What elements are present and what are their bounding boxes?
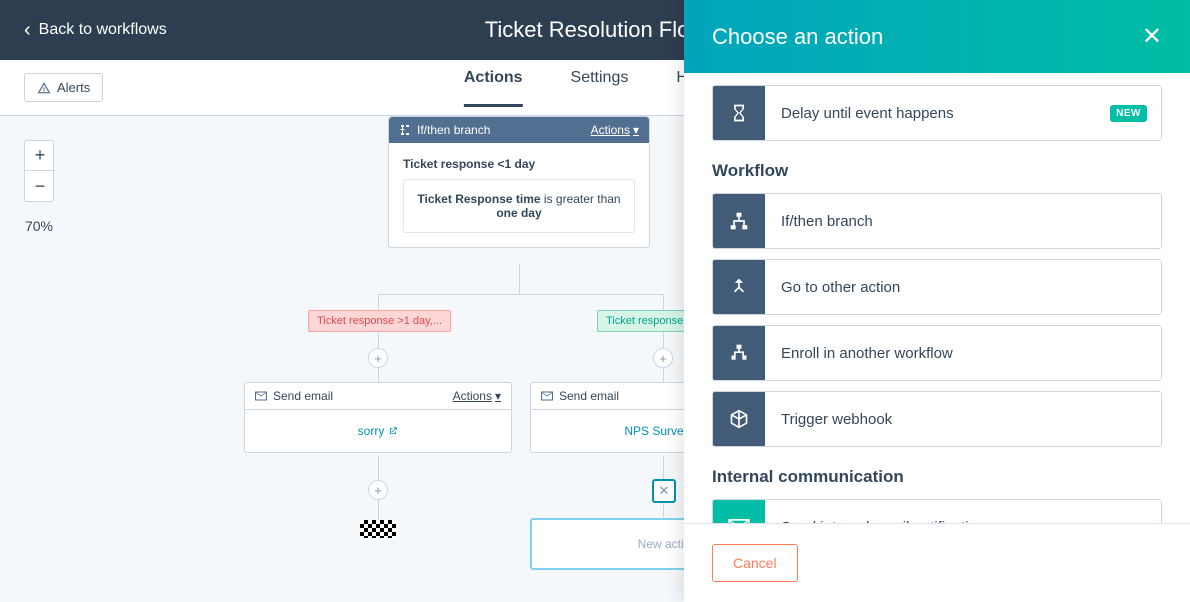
- new-badge: NEW: [1110, 105, 1147, 122]
- node-actions-dropdown[interactable]: Actions ▾: [453, 389, 501, 403]
- section-internal-communication: Internal communication: [712, 467, 1162, 487]
- connector: [378, 456, 379, 480]
- connector: [378, 330, 379, 350]
- node-body: sorry: [245, 410, 511, 452]
- alerts-label: Alerts: [57, 80, 90, 95]
- condition-title: Ticket response <1 day: [403, 157, 635, 171]
- criteria-box: Ticket Response time is greater than one…: [403, 179, 635, 233]
- connector: [663, 503, 664, 517]
- branch-label-right[interactable]: Ticket response: [597, 310, 692, 332]
- email-icon: [541, 391, 553, 401]
- cancel-button[interactable]: Cancel: [712, 544, 798, 582]
- node-type-label: If/then branch: [417, 123, 490, 137]
- page-title: Ticket Resolution Flow: [485, 17, 705, 43]
- action-label: If/then branch: [765, 213, 1161, 230]
- section-workflow: Workflow: [712, 161, 1162, 181]
- alerts-button[interactable]: Alerts: [24, 73, 103, 102]
- back-to-workflows-link[interactable]: ‹ Back to workflows: [24, 19, 167, 42]
- action-trigger-webhook[interactable]: Trigger webhook: [712, 391, 1162, 447]
- node-if-then-branch[interactable]: If/then branch Actions ▾ Ticket response…: [388, 116, 650, 248]
- node-body: Ticket response <1 day Ticket Response t…: [389, 143, 649, 247]
- connector: [378, 294, 664, 295]
- action-label: Go to other action: [765, 279, 1161, 296]
- email-icon: [713, 499, 765, 523]
- action-enroll-workflow[interactable]: Enroll in another workflow: [712, 325, 1162, 381]
- connector: [663, 330, 664, 350]
- action-go-to-other[interactable]: Go to other action: [712, 259, 1162, 315]
- add-action-button[interactable]: +: [653, 348, 673, 368]
- action-if-then-branch[interactable]: If/then branch: [712, 193, 1162, 249]
- chevron-left-icon: ‹: [24, 19, 31, 42]
- add-action-button[interactable]: +: [368, 480, 388, 500]
- branch-icon: [713, 193, 765, 249]
- tab-actions[interactable]: Actions: [464, 69, 523, 107]
- choose-action-panel: Choose an action ✕ Delay until event hap…: [684, 0, 1190, 602]
- node-header: If/then branch Actions ▾: [389, 117, 649, 143]
- close-icon[interactable]: ✕: [1142, 22, 1162, 51]
- action-label: Delay until event happens: [765, 105, 1110, 122]
- external-link-icon: [388, 426, 398, 436]
- action-delay-until-event[interactable]: Delay until event happens NEW: [712, 85, 1162, 141]
- caret-down-icon: ▾: [495, 389, 501, 403]
- action-internal-email[interactable]: Send internal email notification: [712, 499, 1162, 523]
- add-action-button[interactable]: +: [368, 348, 388, 368]
- tab-settings[interactable]: Settings: [571, 69, 629, 107]
- node-actions-dropdown[interactable]: Actions ▾: [591, 123, 639, 137]
- branch-label-left[interactable]: Ticket response >1 day,...: [308, 310, 451, 332]
- node-header: Send email Actions ▾: [245, 383, 511, 410]
- panel-header: Choose an action ✕: [684, 0, 1190, 73]
- email-icon: [255, 391, 267, 401]
- connector: [663, 456, 664, 480]
- enroll-icon: [713, 325, 765, 381]
- connector: [378, 500, 379, 520]
- connector: [519, 264, 520, 294]
- panel-body[interactable]: Delay until event happens NEW Workflow I…: [684, 73, 1190, 523]
- merge-icon: [713, 259, 765, 315]
- action-label: Trigger webhook: [765, 411, 1161, 428]
- back-label: Back to workflows: [39, 21, 167, 39]
- add-action-button-selected[interactable]: ✕: [652, 479, 676, 503]
- branch-icon: [399, 124, 411, 136]
- panel-footer: Cancel: [684, 523, 1190, 602]
- hourglass-icon: [713, 85, 765, 141]
- email-link[interactable]: sorry: [259, 424, 497, 438]
- node-send-email-left[interactable]: Send email Actions ▾ sorry: [244, 382, 512, 453]
- action-label: Enroll in another workflow: [765, 345, 1161, 362]
- finish-flag-icon: [360, 520, 396, 538]
- connector: [663, 368, 664, 382]
- connector: [378, 368, 379, 382]
- caret-down-icon: ▾: [633, 123, 639, 137]
- node-type-label: Send email: [273, 389, 333, 403]
- node-type-label: Send email: [559, 389, 619, 403]
- cube-icon: [713, 391, 765, 447]
- warning-icon: [37, 81, 51, 95]
- panel-title: Choose an action: [712, 24, 883, 50]
